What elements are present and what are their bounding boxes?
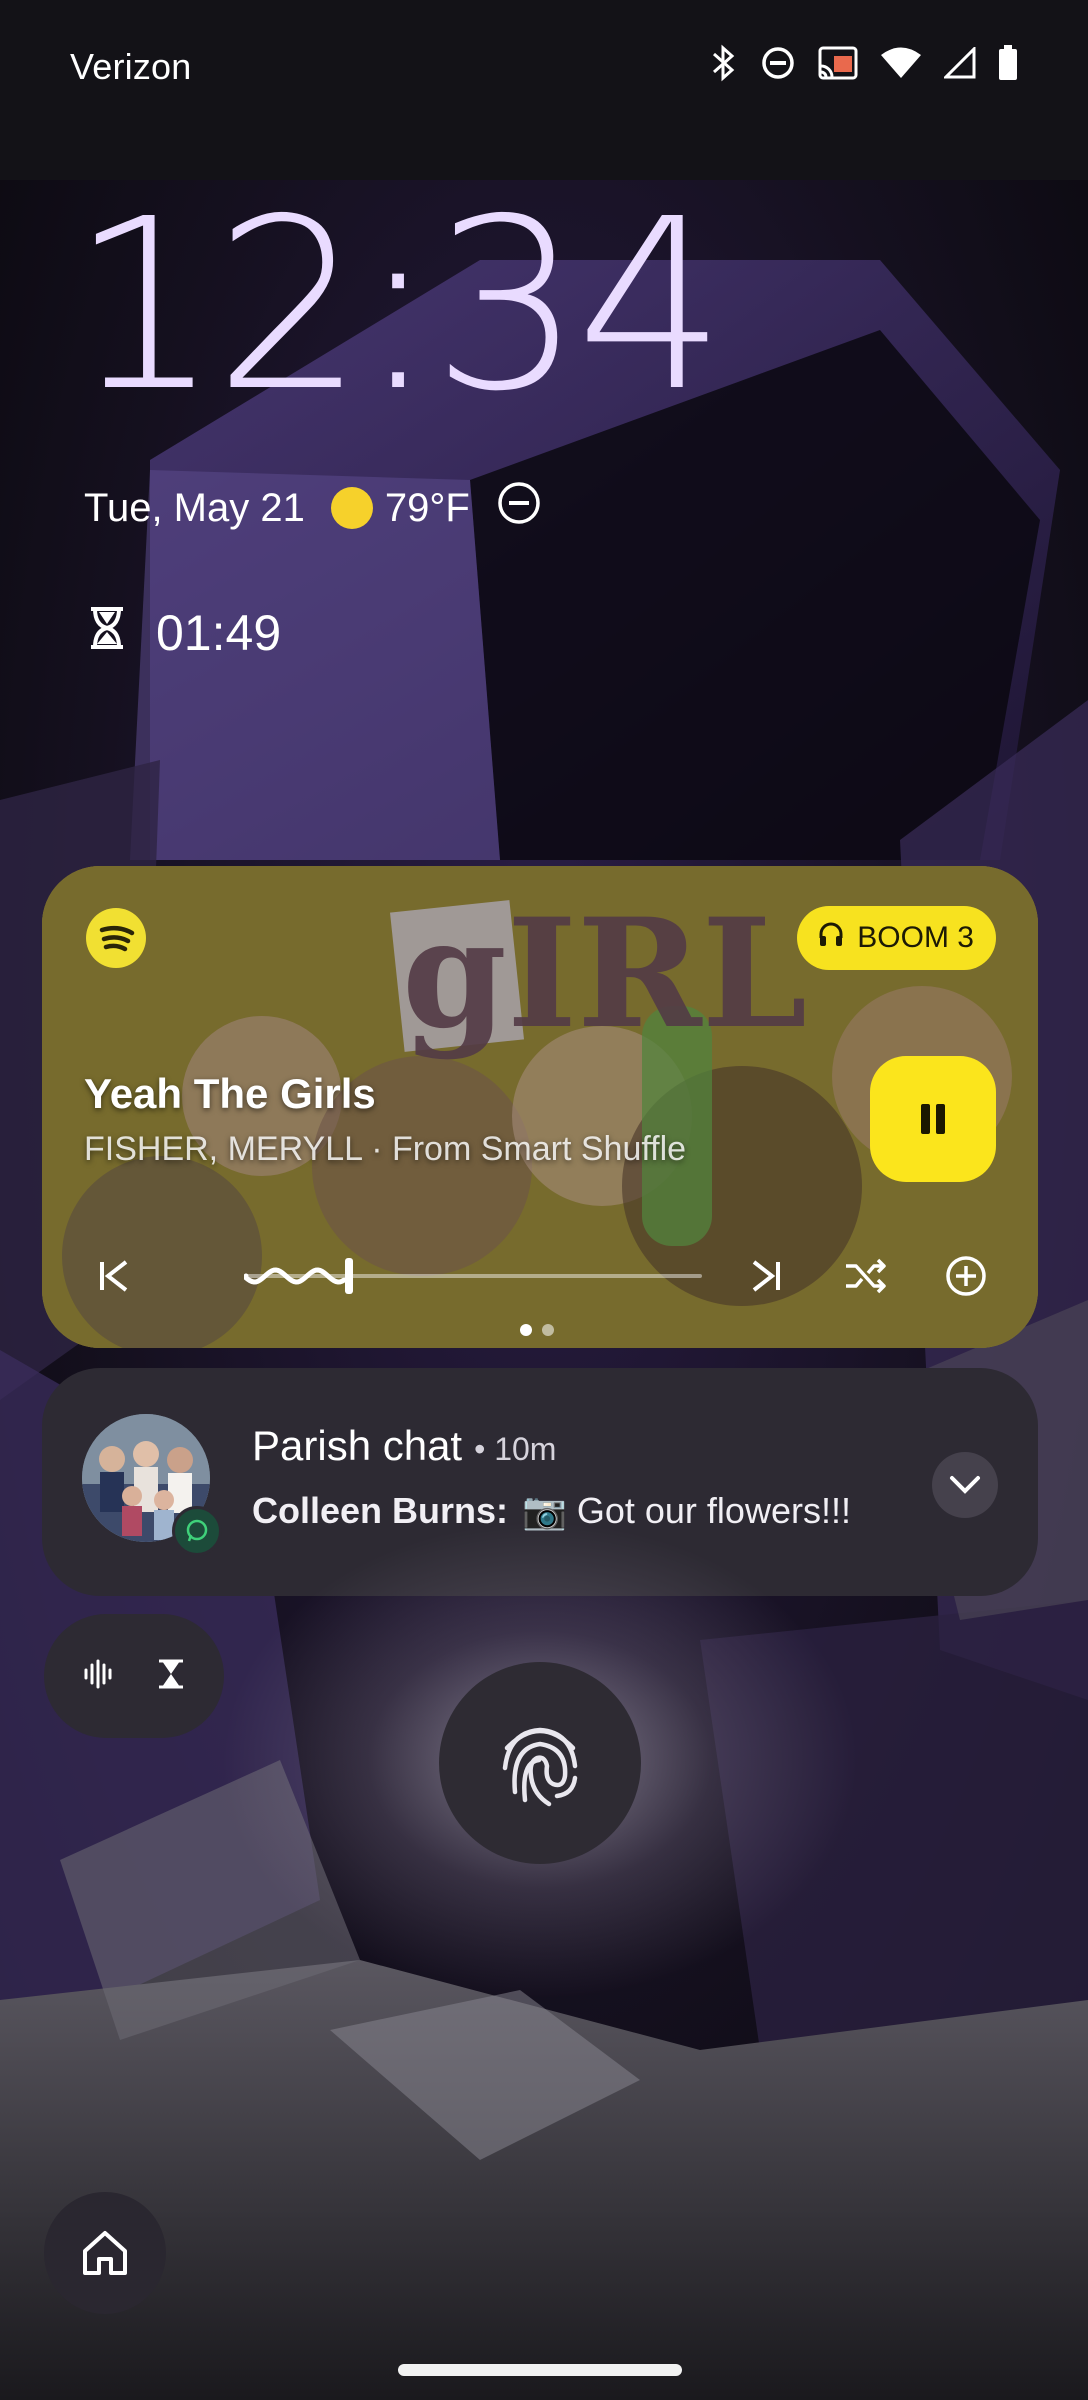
page-dot [520, 1324, 532, 1336]
cast-icon [818, 46, 858, 80]
notification-title: Parish chat [252, 1422, 463, 1469]
home-icon [83, 2231, 127, 2275]
fingerprint-sensor[interactable] [439, 1662, 641, 1864]
shuffle-icon [846, 1258, 886, 1294]
sun-icon [330, 487, 373, 529]
add-button[interactable] [936, 1246, 996, 1306]
output-device-label: BOOM 3 [857, 921, 974, 954]
notification-time: • 10m [474, 1431, 557, 1467]
timer-row[interactable]: 01:49 [88, 604, 281, 662]
wifi-icon [880, 46, 922, 80]
next-icon [752, 1260, 780, 1292]
pause-icon [921, 1104, 945, 1134]
hourglass-icon [88, 604, 126, 662]
previous-icon [100, 1260, 128, 1292]
previous-button[interactable] [84, 1246, 144, 1306]
lockscreen-clock: 12:34 [70, 168, 726, 443]
hourglass-icon[interactable] [157, 1659, 185, 1694]
cell-signal-icon [944, 47, 976, 79]
timer-text: 01:49 [156, 605, 282, 661]
headphones-icon [817, 920, 845, 956]
song-subtitle: FISHER, MERYLL · From Smart Shuffle [84, 1130, 687, 1168]
expand-notification-button[interactable] [932, 1452, 998, 1518]
notification-header: Parish chat • 10m [252, 1422, 556, 1470]
battery-icon [998, 45, 1018, 81]
date-weather-row[interactable]: Tue, May 21 79°F [84, 480, 542, 536]
status-bar: Verizon [0, 0, 1088, 130]
next-button[interactable] [736, 1246, 796, 1306]
fingerprint-icon [502, 1727, 578, 1807]
page-dot [542, 1324, 554, 1336]
chevron-down-icon [950, 1476, 980, 1494]
song-title: Yeah The Girls [84, 1070, 376, 1117]
pause-button[interactable] [870, 1056, 996, 1182]
navigation-handle[interactable] [398, 2364, 682, 2376]
media-page-indicator [520, 1324, 554, 1336]
media-player-card[interactable]: gIRL BOOM 3 Yeah The Girls FISHER, MERYL… [42, 866, 1038, 1348]
shuffle-button[interactable] [836, 1246, 896, 1306]
add-icon [946, 1256, 986, 1296]
notification-time-value: 10m [494, 1431, 557, 1467]
lockscreen-shortcuts-chip[interactable] [44, 1614, 224, 1738]
seek-thumb[interactable] [345, 1258, 353, 1294]
do-not-disturb-icon [496, 480, 542, 536]
output-device-chip[interactable]: BOOM 3 [797, 906, 996, 970]
carrier-name: Verizon [70, 46, 192, 87]
seek-bar-progress [244, 1258, 353, 1294]
sound-wave-icon[interactable] [83, 1659, 113, 1694]
bluetooth-icon [708, 44, 738, 82]
spotify-icon[interactable] [86, 908, 146, 968]
temperature-text: 79°F [384, 485, 470, 530]
status-icons [708, 44, 1018, 82]
home-button[interactable] [44, 2192, 166, 2314]
do-not-disturb-icon [760, 45, 796, 81]
date-text: Tue, May 21 [84, 485, 305, 530]
whatsapp-icon [172, 1506, 222, 1556]
media-controls [84, 1246, 996, 1306]
